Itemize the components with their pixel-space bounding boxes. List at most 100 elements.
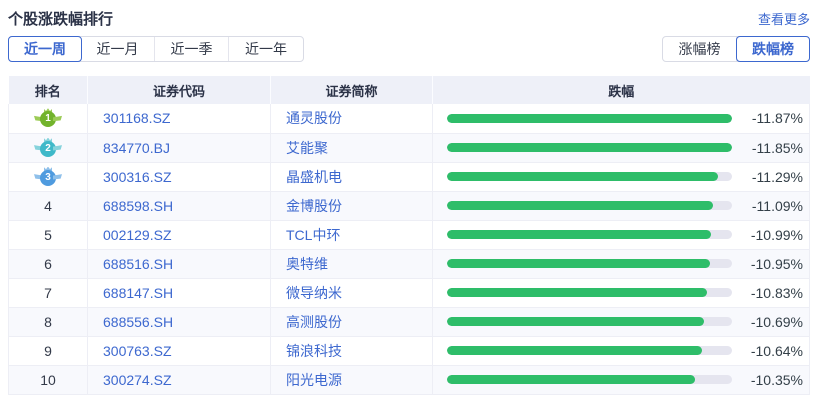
- controls-row: 近一周近一月近一季近一年 涨幅榜跌幅榜: [8, 36, 810, 62]
- table-row: 3 300316.SZ 晶盛机电 -11.29%: [9, 162, 810, 191]
- period-tab-3[interactable]: 近一年: [229, 37, 303, 61]
- change-percent: -10.95%: [741, 256, 803, 272]
- change-percent: -11.85%: [741, 140, 803, 156]
- stock-name[interactable]: 阳光电源: [271, 365, 433, 394]
- stock-code[interactable]: 688598.SH: [88, 191, 271, 220]
- view-more-link[interactable]: 查看更多: [758, 9, 810, 28]
- column-header: 排名: [9, 76, 88, 104]
- column-header: 跌幅: [433, 76, 810, 104]
- change-bar-track: [447, 288, 732, 297]
- rank-cell: 3: [9, 162, 88, 191]
- board-tab-1[interactable]: 跌幅榜: [736, 36, 810, 62]
- change-percent: -10.99%: [741, 227, 803, 243]
- rank-cell: 7: [9, 278, 88, 307]
- change-bar-track: [447, 346, 732, 355]
- stock-code[interactable]: 300274.SZ: [88, 365, 271, 394]
- change-bar-fill: [447, 114, 732, 123]
- table-row: 5 002129.SZ TCL中环 -10.99%: [9, 220, 810, 249]
- change-bar-track: [447, 114, 732, 123]
- change-cell: -10.69%: [433, 307, 810, 336]
- change-percent: -10.83%: [741, 285, 803, 301]
- change-cell: -11.85%: [433, 133, 810, 162]
- change-bar-fill: [447, 172, 718, 181]
- change-bar-fill: [447, 143, 732, 152]
- rank-cell: 9: [9, 336, 88, 365]
- rank-cell: 4: [9, 191, 88, 220]
- change-cell: -11.09%: [433, 191, 810, 220]
- table-row: 8 688556.SH 高测股份 -10.69%: [9, 307, 810, 336]
- stock-code[interactable]: 688147.SH: [88, 278, 271, 307]
- ranking-table: 排名证券代码证券简称跌幅 1 301168.SZ 通灵股份 -11.87% 2 …: [8, 76, 810, 395]
- period-tab-1[interactable]: 近一月: [81, 37, 155, 61]
- table-row: 2 834770.BJ 艾能聚 -11.85%: [9, 133, 810, 162]
- column-header: 证券简称: [271, 76, 433, 104]
- change-cell: -10.64%: [433, 336, 810, 365]
- stock-name[interactable]: 高测股份: [271, 307, 433, 336]
- rank-cell: 10: [9, 365, 88, 394]
- stock-name[interactable]: 微导纳米: [271, 278, 433, 307]
- board-toggle: 涨幅榜跌幅榜: [662, 36, 810, 62]
- stock-name[interactable]: 锦浪科技: [271, 336, 433, 365]
- stock-code[interactable]: 688516.SH: [88, 249, 271, 278]
- change-cell: -11.87%: [433, 104, 810, 133]
- rank-medal-icon: 2: [33, 138, 63, 158]
- stock-name[interactable]: 艾能聚: [271, 133, 433, 162]
- change-cell: -10.99%: [433, 220, 810, 249]
- change-bar-fill: [447, 259, 710, 268]
- change-bar-fill: [447, 317, 704, 326]
- stock-name[interactable]: 金博股份: [271, 191, 433, 220]
- rank-medal-icon: 3: [33, 167, 63, 187]
- rank-cell: 8: [9, 307, 88, 336]
- change-percent: -10.69%: [741, 314, 803, 330]
- column-header: 证券代码: [88, 76, 271, 104]
- table-header: 排名证券代码证券简称跌幅: [9, 76, 810, 104]
- rank-cell: 1: [9, 104, 88, 133]
- change-percent: -10.35%: [741, 372, 803, 388]
- board-tab-0[interactable]: 涨幅榜: [663, 37, 737, 61]
- change-percent: -11.09%: [741, 198, 803, 214]
- table-row: 7 688147.SH 微导纳米 -10.83%: [9, 278, 810, 307]
- change-bar-fill: [447, 346, 702, 355]
- change-cell: -10.95%: [433, 249, 810, 278]
- change-bar-track: [447, 172, 732, 181]
- period-tab-2[interactable]: 近一季: [155, 37, 229, 61]
- stock-name[interactable]: 晶盛机电: [271, 162, 433, 191]
- rank-cell: 2: [9, 133, 88, 162]
- rank-medal-icon: 1: [33, 108, 63, 128]
- stock-name[interactable]: 奥特维: [271, 249, 433, 278]
- stock-code[interactable]: 834770.BJ: [88, 133, 271, 162]
- change-percent: -10.64%: [741, 343, 803, 359]
- change-percent: -11.87%: [741, 110, 803, 126]
- stock-ranking-panel: 个股涨跌幅排行 查看更多 近一周近一月近一季近一年 涨幅榜跌幅榜 排名证券代码证…: [0, 0, 818, 395]
- change-cell: -10.83%: [433, 278, 810, 307]
- change-bar-track: [447, 230, 732, 239]
- table-row: 1 301168.SZ 通灵股份 -11.87%: [9, 104, 810, 133]
- change-bar-fill: [447, 375, 695, 384]
- panel-header: 个股涨跌幅排行 查看更多: [8, 6, 810, 30]
- change-bar-track: [447, 317, 732, 326]
- change-bar-fill: [447, 230, 711, 239]
- page-title: 个股涨跌幅排行: [8, 8, 113, 29]
- stock-code[interactable]: 301168.SZ: [88, 104, 271, 133]
- change-cell: -10.35%: [433, 365, 810, 394]
- stock-code[interactable]: 688556.SH: [88, 307, 271, 336]
- rank-cell: 5: [9, 220, 88, 249]
- change-bar-fill: [447, 201, 713, 210]
- period-tabs: 近一周近一月近一季近一年: [8, 36, 304, 62]
- stock-code[interactable]: 300763.SZ: [88, 336, 271, 365]
- stock-code[interactable]: 300316.SZ: [88, 162, 271, 191]
- rank-cell: 6: [9, 249, 88, 278]
- change-percent: -11.29%: [741, 169, 803, 185]
- change-bar-track: [447, 143, 732, 152]
- table-row: 4 688598.SH 金博股份 -11.09%: [9, 191, 810, 220]
- change-bar-fill: [447, 288, 707, 297]
- table-row: 9 300763.SZ 锦浪科技 -10.64%: [9, 336, 810, 365]
- stock-code[interactable]: 002129.SZ: [88, 220, 271, 249]
- change-bar-track: [447, 259, 732, 268]
- change-bar-track: [447, 201, 732, 210]
- period-tab-0[interactable]: 近一周: [8, 36, 82, 62]
- change-cell: -11.29%: [433, 162, 810, 191]
- stock-name[interactable]: 通灵股份: [271, 104, 433, 133]
- table-row: 6 688516.SH 奥特维 -10.95%: [9, 249, 810, 278]
- stock-name[interactable]: TCL中环: [271, 220, 433, 249]
